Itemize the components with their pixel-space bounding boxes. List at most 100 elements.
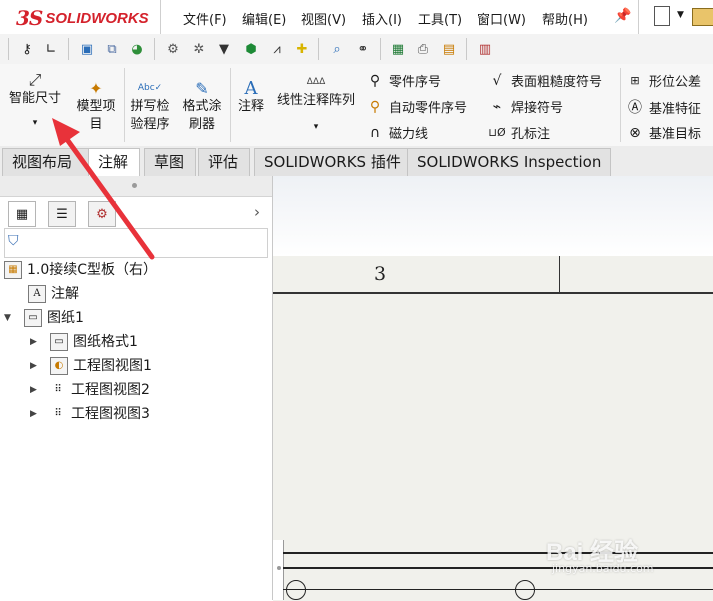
tolerance-frame-icon: ⊞ [630, 74, 640, 87]
sheet-format-icon: ▭ [50, 333, 68, 351]
printer-icon[interactable]: ⎙ [414, 40, 432, 58]
model-items-label-2: 目 [89, 117, 103, 132]
format-painter-button[interactable]: ✎ 格式涂 刷器 [178, 78, 226, 134]
monitor-icon[interactable]: ▣ [78, 40, 96, 58]
menu-edit[interactable]: 编辑(E) [242, 9, 286, 28]
surface-finish-icon: √ [492, 72, 502, 89]
hole-callout-button[interactable]: ⊔Ø 孔标注 [488, 123, 550, 142]
expand-icon[interactable]: ▶ [30, 330, 42, 354]
tree-item-drawing-view2[interactable]: ▶ ⠿ 工程图视图2 [30, 378, 150, 402]
magnetic-line-label: 磁力线 [389, 127, 429, 142]
drawing-line [283, 552, 713, 554]
chevron-down-icon[interactable]: ▾ [272, 118, 360, 136]
divider [620, 68, 621, 142]
balloon-button[interactable]: ⚲ 零件序号 [366, 71, 442, 91]
weld-symbol-button[interactable]: ⌁ 焊接符号 [488, 97, 563, 117]
annotation-icon: A [28, 285, 46, 303]
expand-icon[interactable]: ▶ [30, 354, 42, 378]
datum-feature-label: 基准特征 [649, 101, 702, 117]
auto-balloon-label: 自动零件序号 [389, 101, 468, 116]
model-items-button[interactable]: ✦ 模型项 目 [72, 78, 120, 134]
tree-item-label: 图纸格式1 [73, 334, 138, 350]
angle-icon[interactable]: ∟ [42, 40, 60, 58]
tree-item-drawing-view1[interactable]: ▶ ◐ 工程图视图1 [30, 354, 152, 378]
tab-view-layout[interactable]: 视图布局 [2, 148, 90, 176]
image-icon[interactable]: ▤ [440, 40, 458, 58]
open-folder-icon[interactable] [692, 8, 713, 26]
linear-note-pattern-button[interactable]: ΔΔΔ 线性注释阵列 ▾ [272, 72, 360, 136]
tree-filter-bar[interactable] [4, 228, 268, 258]
tree-item-drawing-view3[interactable]: ▶ ⠿ 工程图视图3 [30, 402, 150, 426]
menu-tools[interactable]: 工具(T) [418, 9, 462, 28]
filter-icon[interactable]: ⛉ [8, 233, 19, 249]
menu-window[interactable]: 窗口(W) [477, 9, 526, 28]
spell-check-label-2: 验程序 [130, 117, 170, 132]
puzzle-icon[interactable]: ✚ [293, 40, 311, 58]
menu-view[interactable]: 视图(V) [301, 9, 346, 28]
feature-manager-tab-icon[interactable]: ▦ [8, 201, 36, 227]
shield-icon[interactable]: ⬢ [242, 40, 260, 58]
projected-view-icon: ⠿ [54, 384, 62, 395]
tree-root[interactable]: ▦ 1.0接续C型板（右） [4, 258, 157, 282]
magnet-icon: ∩ [369, 124, 381, 141]
surface-finish-button[interactable]: √ 表面粗糙度符号 [488, 71, 602, 91]
menu-help[interactable]: 帮助(H) [542, 9, 588, 28]
splitter-handle[interactable] [132, 183, 137, 188]
new-document-icon[interactable] [654, 6, 670, 26]
datum-feature-button[interactable]: Ⓐ 基准特征 [626, 97, 701, 117]
config-manager-tab-icon[interactable]: ⚙ [88, 201, 116, 227]
tree-item-sheet1[interactable]: ▼ ▭ 图纸1 [4, 306, 84, 330]
search-icon[interactable]: ⌕ [328, 40, 346, 58]
datum-target-button[interactable]: ⊗ 基准目标 [626, 123, 702, 143]
expand-icon[interactable]: ▶ [30, 378, 42, 402]
smart-dimension-icon: ⤢ [28, 70, 42, 89]
tree-item-label: 工程图视图1 [73, 358, 152, 374]
geometric-tolerance-button[interactable]: ⊞ 形位公差 [626, 71, 701, 90]
divider [160, 0, 161, 34]
chevron-right-icon[interactable]: › [254, 203, 260, 221]
key-icon[interactable]: ⚷ [18, 40, 36, 58]
tree-item-annotations[interactable]: A 注解 [28, 282, 79, 306]
spring-icon[interactable]: ⩘ [268, 40, 286, 58]
balloon-label: 零件序号 [389, 75, 442, 90]
magnetic-line-button[interactable]: ∩ 磁力线 [366, 123, 429, 143]
spell-check-button[interactable]: Abc✓ 拼写检 验程序 [126, 78, 174, 134]
gear-icon[interactable]: ⚙ [164, 40, 182, 58]
logo-text: SOLIDWORKS [45, 9, 149, 27]
pin-icon[interactable]: 📌 [614, 8, 631, 24]
expand-icon[interactable]: ▶ [30, 402, 42, 426]
datum-target-icon: ⊗ [629, 124, 641, 141]
hole-circle [515, 580, 535, 600]
note-button[interactable]: A 注释 [234, 78, 268, 116]
menu-file[interactable]: 文件(F) [183, 9, 227, 28]
tab-solidworks-addins[interactable]: SOLIDWORKS 插件 [254, 148, 411, 176]
menu-insert[interactable]: 插入(I) [362, 9, 402, 28]
globe-icon[interactable]: ◕ [128, 40, 146, 58]
excel-icon[interactable]: ▦ [389, 40, 407, 58]
property-manager-tab-icon[interactable]: ☰ [48, 201, 76, 227]
funnel-icon[interactable]: ▼ [215, 40, 233, 58]
smart-dimension-button[interactable]: ⤢ 智能尺寸 ▾ [4, 70, 66, 132]
drawing-sheet[interactable] [273, 256, 713, 601]
network-icon[interactable]: ⧉ [103, 40, 121, 58]
tab-evaluate[interactable]: 评估 [198, 148, 250, 176]
solidworks-logo[interactable]: 3S SOLIDWORKS [16, 6, 149, 30]
chevron-down-icon[interactable]: ▼ [677, 10, 684, 20]
format-painter-label-1: 格式涂 [182, 99, 222, 114]
tab-annotation[interactable]: 注解 [88, 148, 140, 177]
tab-sketch[interactable]: 草图 [144, 148, 196, 176]
datum-target-label: 基准目标 [649, 127, 702, 142]
model-items-icon: ✦ [89, 78, 103, 98]
tree-item-label: 工程图视图3 [71, 406, 150, 422]
tab-solidworks-inspection[interactable]: SOLIDWORKS Inspection [407, 148, 612, 176]
weld-symbol-icon: ⌁ [492, 98, 502, 115]
tree-item-sheet-format1[interactable]: ▶ ▭ 图纸格式1 [30, 330, 138, 354]
hole-callout-label: 孔标注 [511, 127, 551, 142]
collapse-icon[interactable]: ▼ [4, 306, 16, 330]
auto-balloon-button[interactable]: ⚲ 自动零件序号 [366, 97, 468, 117]
settings-icon[interactable]: ✲ [190, 40, 208, 58]
binoculars-icon[interactable]: ⚭ [354, 40, 372, 58]
chevron-down-icon[interactable]: ▾ [4, 114, 66, 132]
smart-dimension-label: 智能尺寸 [8, 91, 61, 106]
report-icon[interactable]: ▥ [476, 40, 494, 58]
